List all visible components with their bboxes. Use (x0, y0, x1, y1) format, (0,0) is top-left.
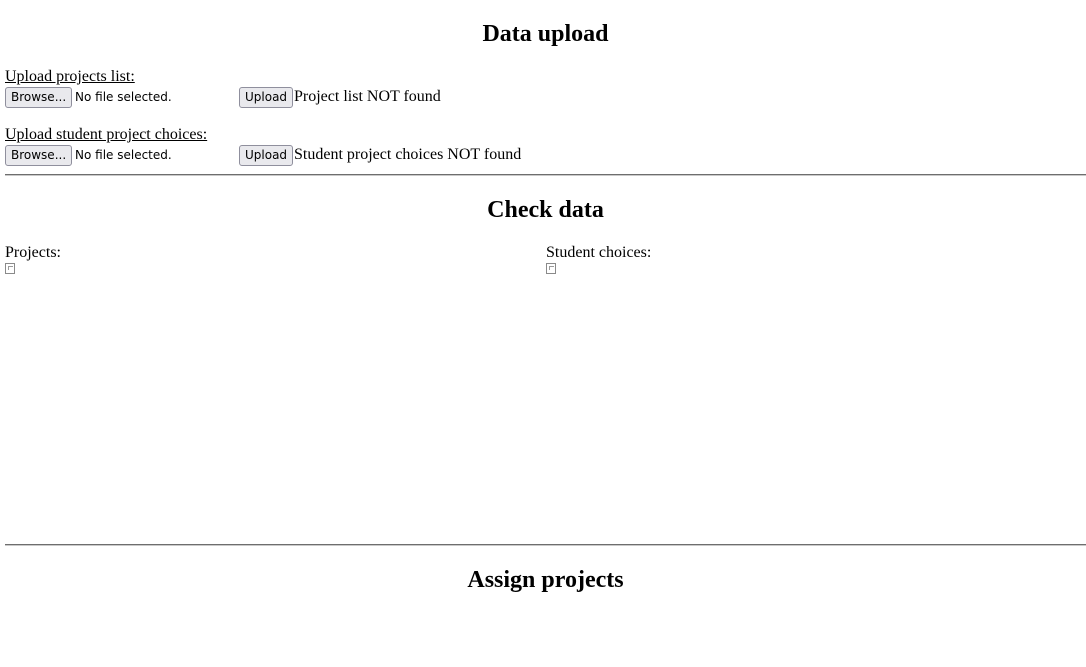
check-heading: Check data (487, 197, 604, 223)
assign-heading: Assign projects (467, 567, 624, 593)
section-divider (5, 174, 1086, 176)
upload-projects-label: Upload projects list: (5, 68, 135, 85)
browse-choices-button[interactable]: Browse... (5, 145, 73, 166)
upload-heading: Data upload (482, 21, 609, 47)
upload-choices-label: Upload student project choices: (5, 126, 208, 143)
projects-label: Projects: (5, 244, 61, 261)
projects-image-placeholder-icon (5, 263, 15, 274)
upload-choices-button[interactable]: Upload (239, 145, 294, 166)
choices-file-status: No file selected. (75, 148, 172, 162)
browse-projects-button[interactable]: Browse... (5, 87, 73, 108)
section-divider (5, 544, 1086, 546)
choices-upload-status: Student project choices NOT found (294, 146, 522, 163)
projects-file-status: No file selected. (75, 90, 172, 104)
upload-projects-button[interactable]: Upload (239, 87, 294, 108)
projects-upload-status: Project list NOT found (294, 88, 441, 105)
student-choices-label: Student choices: (546, 244, 652, 261)
choices-image-placeholder-icon (546, 263, 556, 274)
